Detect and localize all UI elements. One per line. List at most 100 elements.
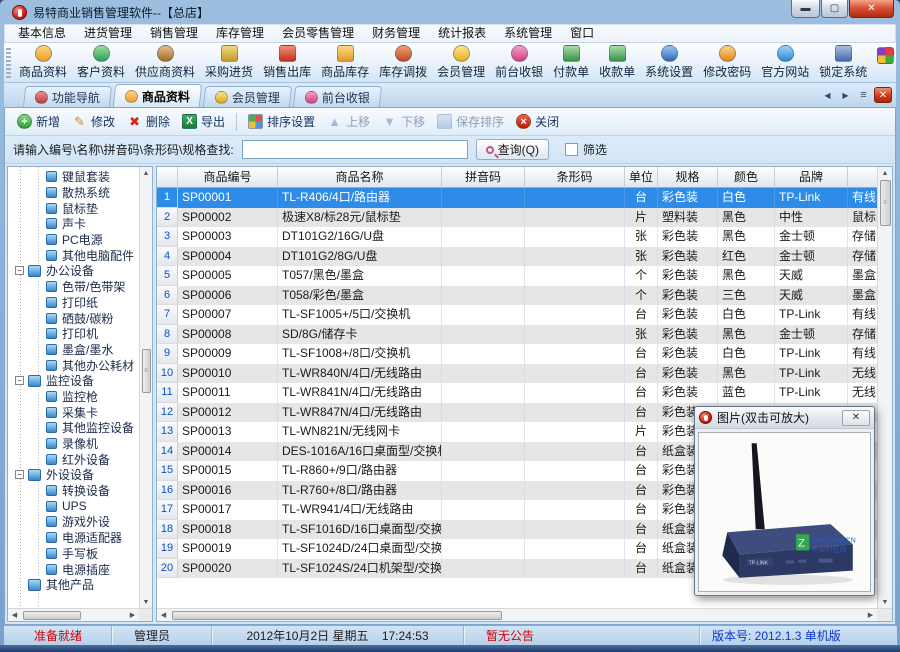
table-row[interactable]: 1 SP00001 TL-R406/4口/路由器 台彩色装 白色 TP-Link 有线 bbox=[157, 188, 877, 208]
tree-item[interactable]: − 监控设备 bbox=[8, 373, 139, 389]
header-cell[interactable]: 品牌 bbox=[775, 167, 848, 188]
table-row[interactable]: 8 SP00008 SD/8G/储存卡 张彩色装 黑色 金士顿 存储 bbox=[157, 324, 877, 344]
tab-item[interactable]: 会员管理 bbox=[202, 86, 293, 107]
toolbar-button[interactable]: 库存调拨 bbox=[374, 43, 432, 82]
menu-item[interactable]: 窗口 bbox=[561, 25, 603, 42]
popup-image-area[interactable]: TP-LINK Z ZOL.COM.CN 中关村在线 bbox=[698, 432, 871, 592]
tree-item[interactable]: 录像机 bbox=[8, 436, 139, 452]
cmd-add[interactable]: + 新增 bbox=[11, 111, 66, 132]
table-row[interactable]: 6 SP00006 T058/彩色/墨盒 个彩色装 三色 天威 墨盒 bbox=[157, 285, 877, 305]
table-vscroll-thumb[interactable]: ≡ bbox=[879, 180, 891, 226]
popup-close-button[interactable]: ✕ bbox=[842, 409, 870, 426]
menu-item[interactable]: 销售管理 bbox=[141, 25, 207, 42]
tree-item[interactable]: 红外设备 bbox=[8, 451, 139, 467]
cmd-delete[interactable]: ✖ 删除 bbox=[121, 111, 176, 132]
toolbar-button[interactable]: 会员管理 bbox=[432, 43, 490, 82]
toolbar-button[interactable]: 前台收银 bbox=[490, 43, 548, 82]
toolbar-button[interactable]: 商品库存 bbox=[316, 43, 374, 82]
menu-item[interactable]: 基本信息 bbox=[9, 25, 75, 42]
tree-item[interactable]: 鼠标垫 bbox=[8, 200, 139, 216]
toolbar-button[interactable]: 收款单 bbox=[594, 43, 640, 82]
cmd-sort-settings[interactable]: 排序设置 bbox=[242, 111, 321, 132]
toolbar-button[interactable]: 修改密码 bbox=[698, 43, 756, 82]
tree-item[interactable]: 手写板 bbox=[8, 546, 139, 562]
tree-item[interactable]: 散热系统 bbox=[8, 185, 139, 201]
table-row[interactable]: 2 SP00002 极速X8/标28元/鼠标垫 片塑料装 黑色 中性 鼠标 bbox=[157, 207, 877, 227]
scroll-left-icon[interactable]: ◀ bbox=[157, 611, 170, 619]
tree-hscrollbar[interactable]: ◀ ▶ bbox=[8, 609, 139, 621]
tab-close-icon[interactable]: ✕ bbox=[874, 87, 892, 103]
toolbar-button[interactable]: 付款单 bbox=[548, 43, 594, 82]
tree-item[interactable]: 其他电脑配件 bbox=[8, 247, 139, 263]
table-row[interactable]: 10 SP00010 TL-WR840N/4口/无线路由 台彩色装 黑色 TP-Link 无… bbox=[157, 363, 877, 383]
tree-item[interactable]: 键鼠套装 bbox=[8, 169, 139, 185]
toolbar-button[interactable]: 供应商资料 bbox=[130, 43, 200, 82]
tree-hscroll-thumb[interactable] bbox=[23, 610, 81, 620]
tree-item[interactable]: 色带/色带架 bbox=[8, 279, 139, 295]
tree-vscroll-thumb[interactable]: ≡ bbox=[141, 349, 151, 393]
tree-item[interactable]: 其他监控设备 bbox=[8, 420, 139, 436]
table-row[interactable]: 11 SP00011 TL-WR841N/4口/无线路由 台彩色装 蓝色 TP-Link 无… bbox=[157, 383, 877, 403]
table-vscrollbar[interactable]: ▲ ≡ ▼ bbox=[877, 167, 892, 608]
tree-item[interactable]: 电源适配器 bbox=[8, 530, 139, 546]
tab-item[interactable]: 功能导航 bbox=[22, 86, 113, 107]
menu-item[interactable]: 会员零售管理 bbox=[273, 25, 363, 42]
menu-item[interactable]: 进货管理 bbox=[75, 25, 141, 42]
toolbar-grip[interactable] bbox=[6, 47, 11, 78]
tree-item[interactable]: 监控枪 bbox=[8, 389, 139, 405]
tree-item[interactable]: UPS bbox=[8, 498, 139, 514]
scroll-right-icon[interactable]: ▶ bbox=[864, 611, 877, 619]
minimize-button[interactable]: ▬ bbox=[791, 0, 820, 18]
search-input[interactable] bbox=[241, 140, 468, 159]
tree-item[interactable]: 转换设备 bbox=[8, 483, 139, 499]
scroll-up-icon[interactable]: ▲ bbox=[878, 167, 892, 179]
tab-item[interactable]: 前台收银 bbox=[292, 86, 383, 107]
expand-toggle[interactable]: − bbox=[15, 376, 24, 386]
product-photo[interactable]: TP-LINK Z ZOL.COM.CN 中关村在线 bbox=[699, 433, 870, 591]
header-cell[interactable]: 商品名称 bbox=[278, 167, 442, 188]
tree-item[interactable]: 打印纸 bbox=[8, 295, 139, 311]
header-cell[interactable] bbox=[848, 167, 877, 188]
menu-item[interactable]: 统计报表 bbox=[429, 25, 495, 42]
filter-checkbox[interactable] bbox=[565, 143, 578, 156]
scroll-down-icon[interactable]: ▼ bbox=[878, 596, 892, 608]
table-row[interactable]: 5 SP00005 T057/黑色/墨盒 个彩色装 黑色 天威 墨盒 bbox=[157, 266, 877, 286]
toolbar-button[interactable]: 商品资料 bbox=[14, 43, 72, 82]
toolbar-button[interactable]: 采购进货 bbox=[200, 43, 258, 82]
tree-item[interactable]: 打印机 bbox=[8, 326, 139, 342]
image-popup[interactable]: 图片(双击可放大) ✕ TP-LINK Z ZOL.COM.CN 中关村在线 bbox=[694, 406, 875, 596]
tree-item[interactable]: 其他办公耗材 bbox=[8, 357, 139, 373]
table-row[interactable]: 7 SP00007 TL-SF1005+/5口/交换机 台彩色装 白色 TP-Link 有线 bbox=[157, 305, 877, 325]
tab-active[interactable]: 商品资料 bbox=[112, 84, 203, 107]
tree-item[interactable]: 其他产品 bbox=[8, 577, 139, 593]
tree-item[interactable]: − 外设设备 bbox=[8, 467, 139, 483]
menu-item[interactable]: 系统管理 bbox=[495, 25, 561, 42]
query-button[interactable]: 查询(Q) bbox=[475, 139, 549, 160]
expand-toggle[interactable]: − bbox=[15, 470, 24, 480]
popup-titlebar[interactable]: 图片(双击可放大) ✕ bbox=[695, 407, 874, 429]
cmd-edit[interactable]: ✎ 修改 bbox=[66, 111, 121, 132]
tree-item[interactable]: 墨盒/墨水 bbox=[8, 342, 139, 358]
tree-item[interactable]: PC电源 bbox=[8, 232, 139, 248]
header-cell[interactable]: 颜色 bbox=[718, 167, 775, 188]
tree-item[interactable]: 采集卡 bbox=[8, 404, 139, 420]
tab-scroll-left-icon[interactable]: ◀ bbox=[820, 87, 835, 103]
tree-item[interactable]: 游戏外设 bbox=[8, 514, 139, 530]
table-row[interactable]: 9 SP00009 TL-SF1008+/8口/交换机 台彩色装 白色 TP-Link 有线 bbox=[157, 344, 877, 364]
menu-item[interactable]: 财务管理 bbox=[363, 25, 429, 42]
toolbar-button[interactable]: 官方网站 bbox=[756, 43, 814, 82]
tree-item[interactable]: 电源插座 bbox=[8, 561, 139, 577]
expand-toggle[interactable]: − bbox=[15, 266, 24, 276]
toolbar-button[interactable]: 销售出库 bbox=[258, 43, 316, 82]
scroll-up-icon[interactable]: ▲ bbox=[140, 167, 152, 179]
header-cell[interactable]: 商品编号 bbox=[178, 167, 278, 188]
header-cell[interactable]: 规格 bbox=[658, 167, 718, 188]
table-hscrollbar[interactable]: ◀ ▶ bbox=[157, 609, 877, 621]
tree-item[interactable]: 硒鼓/碳粉 bbox=[8, 310, 139, 326]
header-cell[interactable]: 条形码 bbox=[525, 167, 625, 188]
cmd-export-excel[interactable]: X 导出 bbox=[176, 111, 231, 132]
tab-list-icon[interactable]: ≡ bbox=[856, 87, 871, 103]
header-cell[interactable]: 拼音码 bbox=[442, 167, 525, 188]
menu-item[interactable]: 库存管理 bbox=[207, 25, 273, 42]
tab-scroll-right-icon[interactable]: ▶ bbox=[838, 87, 853, 103]
